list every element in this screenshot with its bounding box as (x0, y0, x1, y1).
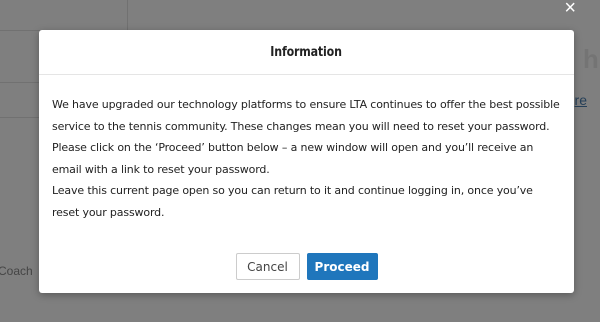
dialog-title: Information (270, 44, 343, 60)
information-dialog: Information We have upgraded our technol… (39, 30, 574, 293)
proceed-button[interactable]: Proceed (306, 253, 378, 280)
dialog-paragraph: Leave this current page open so you can … (52, 184, 533, 219)
dialog-body: We have upgraded our technology platform… (39, 75, 574, 223)
dialog-footer: Cancel Proceed (39, 253, 574, 280)
dialog-paragraph: We have upgraded our technology platform… (52, 98, 560, 133)
cancel-button[interactable]: Cancel (235, 253, 300, 280)
dialog-header: Information (39, 30, 574, 75)
dialog-paragraph: Please click on the ‘Proceed’ button bel… (52, 141, 534, 176)
close-icon[interactable]: × (564, 0, 576, 18)
